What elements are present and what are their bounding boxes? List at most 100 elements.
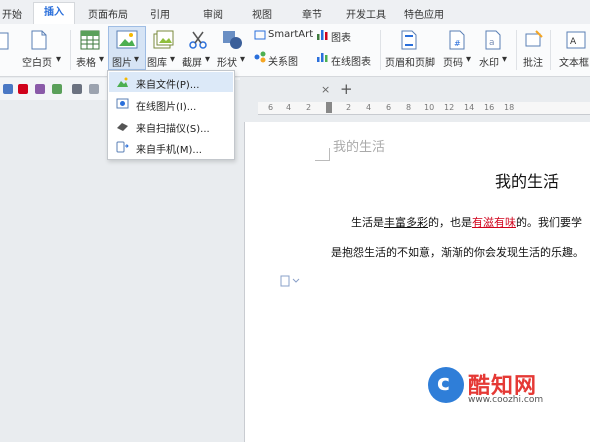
ruler-tick: 4 xyxy=(286,103,292,112)
ruler-tick: 18 xyxy=(504,103,515,112)
svg-text:#: # xyxy=(454,39,461,48)
menu-item-label: 在线图片(I)... xyxy=(136,102,197,113)
new-tab-icon[interactable]: + xyxy=(340,80,353,98)
watermark-icon[interactable]: a xyxy=(484,30,502,50)
comment-button[interactable]: 批注 xyxy=(523,54,543,69)
close-tab-icon[interactable]: × xyxy=(321,83,330,96)
blank-page-arrow[interactable]: ▾ xyxy=(56,54,61,65)
online-chart-button[interactable]: 在线图表 xyxy=(331,53,371,68)
ruler-tick: 12 xyxy=(444,103,455,112)
ruler-tick: 6 xyxy=(268,103,274,112)
tab-insert[interactable]: 插入 xyxy=(33,2,75,26)
ruler-tick: 4 xyxy=(366,103,372,112)
paste-options-icon[interactable] xyxy=(280,275,300,287)
shapes-icon[interactable] xyxy=(222,30,244,50)
text-run: 的。我们要学 xyxy=(516,216,582,229)
ruler-tick: 10 xyxy=(424,103,435,112)
tab-page-layout[interactable]: 页面布局 xyxy=(88,6,128,21)
tab-references[interactable]: 引用 xyxy=(150,6,170,21)
margin-corner-mark xyxy=(329,148,330,161)
picture-arrow: ▾ xyxy=(134,54,140,65)
relation-map-button[interactable]: 关系图 xyxy=(268,53,298,68)
watermark-arrow[interactable]: ▾ xyxy=(502,54,507,65)
scissors-icon[interactable] xyxy=(187,30,209,50)
redo-icon[interactable] xyxy=(89,84,99,94)
online-image-icon xyxy=(116,98,129,109)
header-footer-icon[interactable] xyxy=(400,30,418,50)
svg-text:a: a xyxy=(489,38,495,48)
chart-icon xyxy=(317,30,328,40)
image-file-icon xyxy=(117,77,128,87)
shapes-arrow[interactable]: ▾ xyxy=(240,54,245,65)
gallery-icon[interactable] xyxy=(152,30,174,50)
textbox-button[interactable]: 文本框 xyxy=(559,54,589,69)
text-run: 的，也是 xyxy=(428,216,472,229)
header-text: 我的生活 xyxy=(333,140,386,155)
page-number-button[interactable]: 页码 xyxy=(443,54,463,69)
header-footer-button[interactable]: 页眉和页脚 xyxy=(385,54,435,69)
gallery-button[interactable]: 图库 xyxy=(147,54,167,69)
paragraph-line-1[interactable]: 生活是丰富多彩的，也是有滋有味的。我们要学 xyxy=(351,214,582,230)
separator xyxy=(516,30,517,70)
menu-item-from-scanner[interactable]: 来自扫描仪(S)... xyxy=(109,116,233,136)
menu-item-online-picture[interactable]: 在线图片(I)... xyxy=(109,94,233,114)
smartart-icon xyxy=(254,30,266,40)
ribbon-tab-bar: 开始 插入 页面布局 引用 审阅 视图 章节 开发工具 特色应用 xyxy=(0,0,590,26)
tab-home[interactable]: 开始 xyxy=(2,6,22,21)
ruler-indent-marker[interactable] xyxy=(326,102,332,113)
picture-icon xyxy=(116,30,138,49)
tab-special[interactable]: 特色应用 xyxy=(404,6,444,21)
shapes-button[interactable]: 形状 xyxy=(217,54,237,69)
separator xyxy=(550,30,551,70)
online-chart-icon xyxy=(317,53,328,62)
screenshot-button[interactable]: 截屏 xyxy=(182,54,202,69)
tab-section[interactable]: 章节 xyxy=(302,6,322,21)
separator xyxy=(380,30,381,70)
ruler-tick: 2 xyxy=(306,103,312,112)
ruler-tick: 14 xyxy=(464,103,475,112)
scanner-icon xyxy=(117,123,128,131)
paragraph-line-2[interactable]: 是抱怨生活的不如意，渐渐的你会发现生活的乐趣。 xyxy=(331,244,584,260)
watermark-button[interactable]: 水印 xyxy=(479,54,499,69)
print-preview-icon[interactable] xyxy=(52,84,62,94)
tab-view[interactable]: 视图 xyxy=(252,6,272,21)
chart-button[interactable]: 图表 xyxy=(331,29,351,44)
menu-item-label: 来自手机(M)... xyxy=(136,145,202,156)
document-title[interactable]: 我的生活 xyxy=(495,168,559,192)
blank-page-icon[interactable] xyxy=(30,30,48,50)
page-number-arrow[interactable]: ▾ xyxy=(466,54,471,65)
page-number-icon[interactable]: # xyxy=(448,30,466,50)
menu-item-label: 来自扫描仪(S)... xyxy=(136,124,210,135)
tab-developer[interactable]: 开发工具 xyxy=(346,6,386,21)
ruler-tick: 6 xyxy=(386,103,392,112)
table-arrow[interactable]: ▾ xyxy=(99,54,104,65)
table-icon[interactable] xyxy=(80,30,100,50)
picture-label: 图片 xyxy=(112,58,132,69)
cover-page-icon[interactable] xyxy=(0,32,10,50)
textbox-icon[interactable]: A xyxy=(566,30,586,50)
picture-dropdown-menu: 来自文件(P)... 在线图片(I)... 来自扫描仪(S)... 来自手机(M… xyxy=(107,70,235,160)
menu-item-from-phone[interactable]: 来自手机(M)... xyxy=(109,137,233,157)
screenshot-arrow[interactable]: ▾ xyxy=(205,54,210,65)
comment-icon[interactable] xyxy=(524,30,544,50)
ruler-tick: 2 xyxy=(346,103,352,112)
watermark-logo-url: www.coozhi.com xyxy=(468,395,544,405)
margin-corner-mark xyxy=(315,160,329,161)
undo-icon[interactable] xyxy=(72,84,82,94)
blank-page-button[interactable]: 空白页 xyxy=(22,54,52,69)
export-pdf-icon[interactable] xyxy=(18,84,28,94)
picture-button[interactable]: 图片 ▾ xyxy=(108,26,146,70)
smartart-button[interactable]: SmartArt xyxy=(268,29,313,40)
ruler-tick: 8 xyxy=(406,103,412,112)
separator xyxy=(70,30,71,70)
print-icon[interactable] xyxy=(35,84,45,94)
table-button[interactable]: 表格 xyxy=(76,54,96,69)
ribbon: 空白页 ▾ 表格 ▾ 图片 ▾ 图库 ▾ 截屏 ▾ 形状 ▾ SmartArt … xyxy=(0,24,590,77)
text-run: 生活是 xyxy=(351,216,384,229)
gallery-arrow[interactable]: ▾ xyxy=(170,54,175,65)
text-run-spellcheck: 有滋有味 xyxy=(472,216,516,229)
tab-review[interactable]: 审阅 xyxy=(203,6,223,21)
menu-item-from-file[interactable]: 来自文件(P)... xyxy=(109,72,233,92)
horizontal-ruler: 6 4 2 2 4 6 8 10 12 14 16 18 xyxy=(258,102,590,115)
save-icon[interactable] xyxy=(3,84,13,94)
